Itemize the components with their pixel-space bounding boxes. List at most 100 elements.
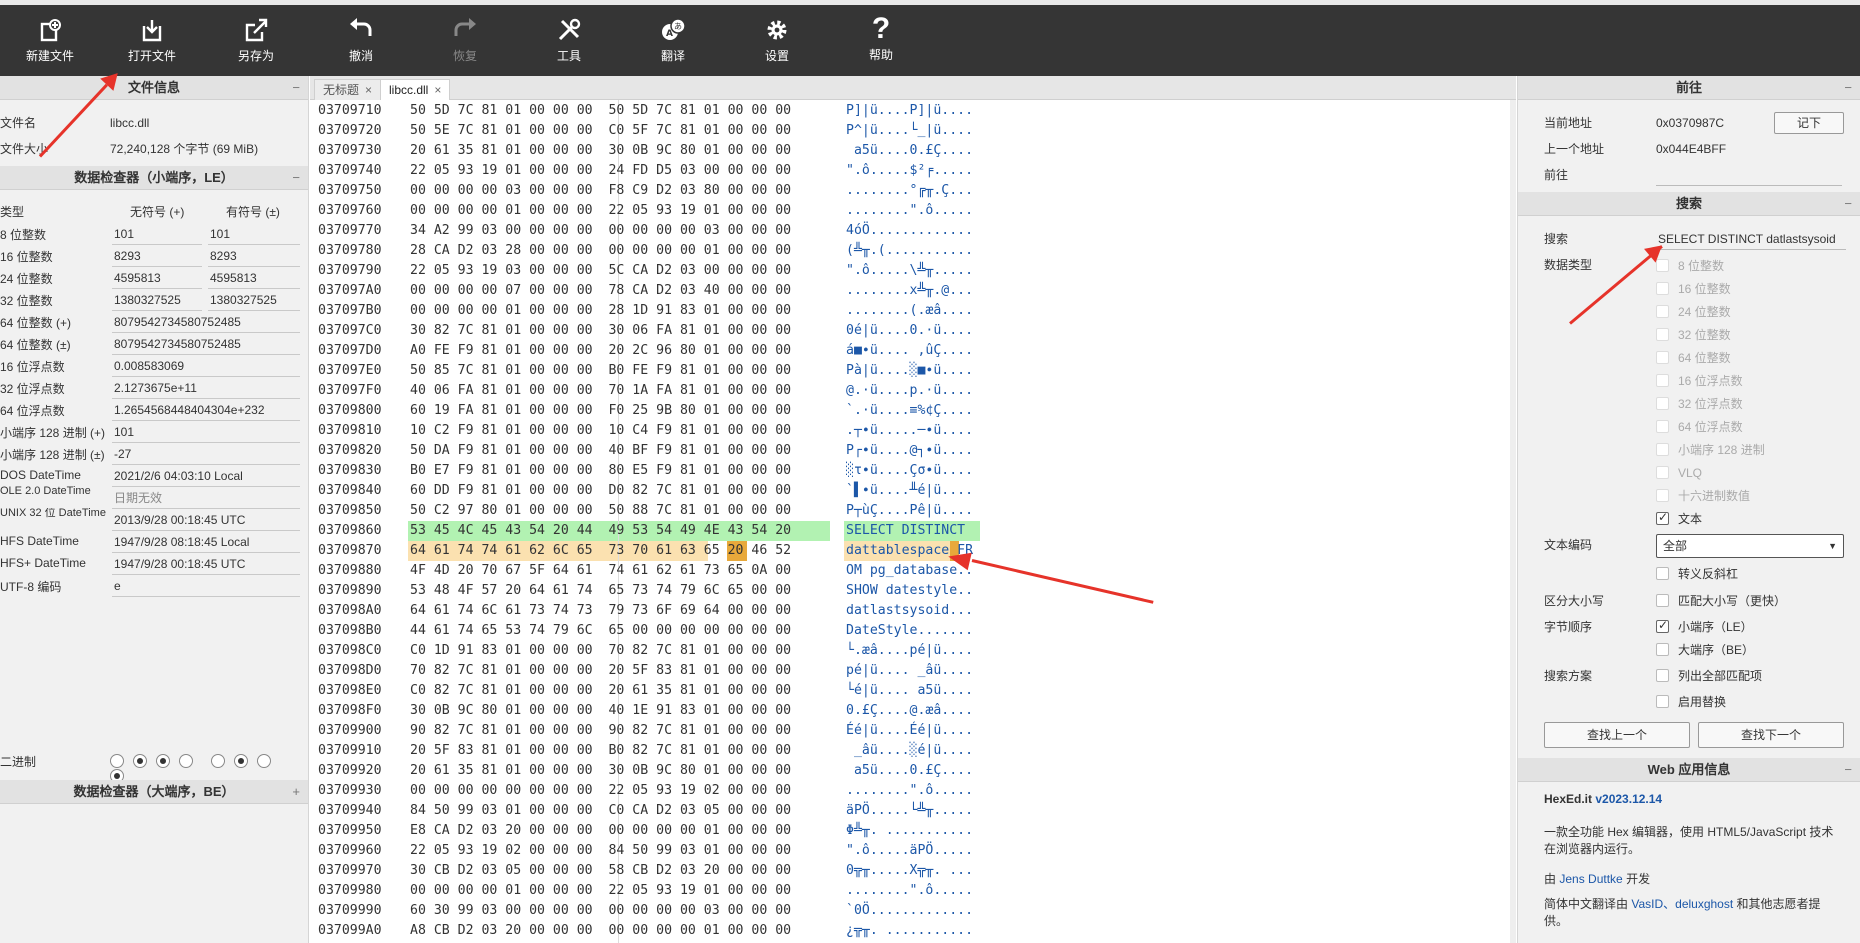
hex-bytes[interactable]: 4F 4D 20 70 67 5F 64 61 74 61 62 61 73 6…	[410, 561, 791, 581]
ascii-text[interactable]: SELECT DISTINCT	[846, 521, 973, 541]
ascii-text[interactable]: á■∙ü.... ,ûÇ....	[846, 341, 973, 361]
inspector-value[interactable]: 2.1273675e+11	[112, 377, 300, 399]
hex-bytes[interactable]: 84 50 99 03 01 00 00 00 C0 CA D2 03 05 0…	[410, 801, 791, 821]
hex-bytes[interactable]: C0 82 7C 81 01 00 00 00 20 61 35 81 01 0…	[410, 681, 791, 701]
data-type-checkbox[interactable]	[1656, 489, 1669, 502]
goto-input[interactable]	[1656, 164, 1842, 186]
ascii-text[interactable]: Pà|ü....░■∙ü....	[846, 361, 973, 381]
goto-header[interactable]: 前往 −	[1518, 76, 1860, 100]
ascii-text[interactable]: P]|ü....P]|ü....	[846, 101, 973, 121]
new-file-button[interactable]: 新建文件	[0, 12, 100, 72]
ascii-text[interactable]: .┬∙ü.....─∙ü....	[846, 421, 973, 441]
ascii-text[interactable]: ".ô.....$²╒.....	[846, 161, 973, 181]
ascii-text[interactable]: ........°╔╥.Ç...	[846, 181, 973, 201]
inspector-value[interactable]: 8079542734580752485	[112, 333, 300, 355]
ascii-text[interactable]: 4óÖ.............	[846, 221, 973, 241]
inspector-value[interactable]: 日期无效	[112, 487, 300, 509]
inspector-unsigned-value[interactable]: 8293	[112, 245, 202, 267]
hex-bytes[interactable]: 50 DA F9 81 01 00 00 00 40 BF F9 81 01 0…	[410, 441, 791, 461]
hex-bytes[interactable]: 20 5F 83 81 01 00 00 00 B0 82 7C 81 01 0…	[410, 741, 791, 761]
hex-bytes[interactable]: 20 61 35 81 01 00 00 00 30 0B 9C 80 01 0…	[410, 141, 791, 161]
ascii-text[interactable]: `.·ü....≡%¢Ç....	[846, 401, 973, 421]
inspector-unsigned-value[interactable]: 101	[112, 223, 202, 245]
close-icon[interactable]: ×	[434, 83, 441, 97]
ascii-text[interactable]: 0.£Ç....@.æâ....	[846, 701, 973, 721]
ascii-text[interactable]: P┌∙ü....@┐∙ü....	[846, 441, 973, 461]
ascii-text[interactable]: a5ü....0.£Ç....	[846, 141, 973, 161]
hex-bytes[interactable]: 00 00 00 00 03 00 00 00 F8 C9 D2 03 80 0…	[410, 181, 791, 201]
data-type-checkbox[interactable]	[1656, 510, 1669, 525]
inspector-value[interactable]: 0.008583069	[112, 355, 300, 377]
hex-bytes[interactable]: 30 CB D2 03 05 00 00 00 58 CB D2 03 20 0…	[410, 861, 791, 881]
inspector-value[interactable]: 1947/9/28 08:18:45 Local	[112, 531, 300, 553]
hex-bytes[interactable]: 30 0B 9C 80 01 00 00 00 40 1E 91 83 01 0…	[410, 701, 791, 721]
hex-bytes[interactable]: 22 05 93 19 02 00 00 00 84 50 99 03 01 0…	[410, 841, 791, 861]
ascii-text[interactable]: (╩╥.(...........	[846, 241, 973, 261]
tab-untitled[interactable]: 无标题 ×	[314, 79, 382, 100]
close-icon[interactable]: ×	[365, 83, 372, 97]
inspector-value[interactable]: 1.2654568448404304e+232	[112, 399, 300, 421]
find-previous-button[interactable]: 查找上一个	[1544, 722, 1690, 748]
inspector-signed-value[interactable]: 1380327525	[208, 289, 300, 311]
data-type-checkbox[interactable]	[1656, 328, 1669, 341]
ascii-text[interactable]: DateStyle.......	[846, 621, 973, 641]
hex-bytes[interactable]: 10 C2 F9 81 01 00 00 00 10 C4 F9 81 01 0…	[410, 421, 791, 441]
ascii-text[interactable]: P^|ü....└_|ü....	[846, 121, 973, 141]
hex-bytes[interactable]: 22 05 93 19 03 00 00 00 5C CA D2 03 00 0…	[410, 261, 791, 281]
hex-bytes[interactable]: B0 E7 F9 81 01 00 00 00 80 E5 F9 81 01 0…	[410, 461, 791, 481]
inspector-le-header[interactable]: 数据检查器（小端序，LE） −	[0, 166, 308, 190]
hex-bytes[interactable]: 70 82 7C 81 01 00 00 00 20 5F 83 81 01 0…	[410, 661, 791, 681]
ascii-text[interactable]: @.·ü....p.·ü....	[846, 381, 973, 401]
ascii-text[interactable]: ........x╩╥.@...	[846, 281, 973, 301]
hex-bytes[interactable]: 64 61 74 6C 61 73 74 73 79 73 6F 69 64 0…	[410, 601, 791, 621]
data-type-checkbox[interactable]	[1656, 305, 1669, 318]
ascii-text[interactable]: ........(.æâ....	[846, 301, 973, 321]
collapse-icon[interactable]: −	[292, 76, 300, 100]
ascii-text[interactable]: _âü....░é|ü....	[846, 741, 973, 761]
hex-bytes[interactable]: 90 82 7C 81 01 00 00 00 90 82 7C 81 01 0…	[410, 721, 791, 741]
inspector-value[interactable]: 101	[112, 421, 300, 443]
hex-bytes[interactable]: 34 A2 99 03 00 00 00 00 00 00 00 00 03 0…	[410, 221, 791, 241]
ascii-text[interactable]: 0╦╥.....X╦╥. ...	[846, 861, 973, 881]
data-type-checkbox[interactable]	[1656, 466, 1669, 479]
ascii-text[interactable]: ░τ∙ü....Çσ∙ü....	[846, 461, 973, 481]
help-button[interactable]: ? 帮助	[831, 12, 931, 72]
redo-button[interactable]: 恢复	[415, 12, 515, 72]
bit-toggle[interactable]	[110, 753, 124, 768]
hex-bytes[interactable]: E8 CA D2 03 20 00 00 00 00 00 00 00 01 0…	[410, 821, 791, 841]
ascii-text[interactable]: äPÖ.....└╩╥.....	[846, 801, 973, 821]
ascii-text[interactable]: ".ô.....äPÖ.....	[846, 841, 973, 861]
escape-checkbox[interactable]	[1656, 567, 1669, 580]
collapse-icon[interactable]: −	[1844, 192, 1852, 216]
inspector-value[interactable]: e	[112, 575, 300, 597]
mark-button[interactable]: 记下	[1774, 112, 1844, 134]
settings-button[interactable]: 设置	[727, 12, 827, 72]
hex-bytes[interactable]: 64 61 74 74 61 62 6C 65 73 70 61 63 65 2…	[410, 541, 791, 561]
list-all-checkbox[interactable]	[1656, 669, 1669, 682]
inspector-signed-value[interactable]: 8293	[208, 245, 300, 267]
ascii-text[interactable]: Éé|ü....Éé|ü....	[846, 721, 973, 741]
undo-button[interactable]: 撤消	[311, 12, 411, 72]
hex-bytes[interactable]: 00 00 00 00 01 00 00 00 28 1D 91 83 01 0…	[410, 301, 791, 321]
vertical-scrollbar[interactable]	[1510, 100, 1516, 943]
hex-view[interactable]: 03709710 50 5D 7C 81 01 00 00 00 50 5D 7C…	[310, 100, 1516, 943]
tools-button[interactable]: 工具	[519, 12, 619, 72]
translators-link[interactable]: VasID、deluxghost	[1631, 897, 1733, 911]
hex-bytes[interactable]: 40 06 FA 81 01 00 00 00 70 1A FA 81 01 0…	[410, 381, 791, 401]
inspector-value[interactable]: 2013/9/28 00:18:45 UTC	[112, 509, 300, 531]
inspector-value[interactable]: -27	[112, 443, 300, 465]
replace-checkbox[interactable]	[1656, 695, 1669, 708]
expand-icon[interactable]: +	[292, 780, 300, 804]
inspector-value[interactable]: 2021/2/6 04:03:10 Local	[112, 465, 300, 487]
hex-bytes[interactable]: 28 CA D2 03 28 00 00 00 00 00 00 00 01 0…	[410, 241, 791, 261]
collapse-icon[interactable]: −	[1844, 76, 1852, 100]
ascii-text[interactable]: 0é|ü....0.·ü....	[846, 321, 973, 341]
hex-bytes[interactable]: 44 61 74 65 53 74 79 6C 65 00 00 00 00 0…	[410, 621, 791, 641]
inspector-unsigned-value[interactable]: 1380327525	[112, 289, 202, 311]
data-type-checkbox[interactable]	[1656, 443, 1669, 456]
hex-bytes[interactable]: C0 1D 91 83 01 00 00 00 70 82 7C 81 01 0…	[410, 641, 791, 661]
ascii-text[interactable]: SHOW datestyle..	[846, 581, 973, 601]
hex-bytes[interactable]: 60 DD F9 81 01 00 00 00 D0 82 7C 81 01 0…	[410, 481, 791, 501]
ascii-text[interactable]: ........".ô.....	[846, 781, 973, 801]
hex-bytes[interactable]: 50 5E 7C 81 01 00 00 00 C0 5F 7C 81 01 0…	[410, 121, 791, 141]
